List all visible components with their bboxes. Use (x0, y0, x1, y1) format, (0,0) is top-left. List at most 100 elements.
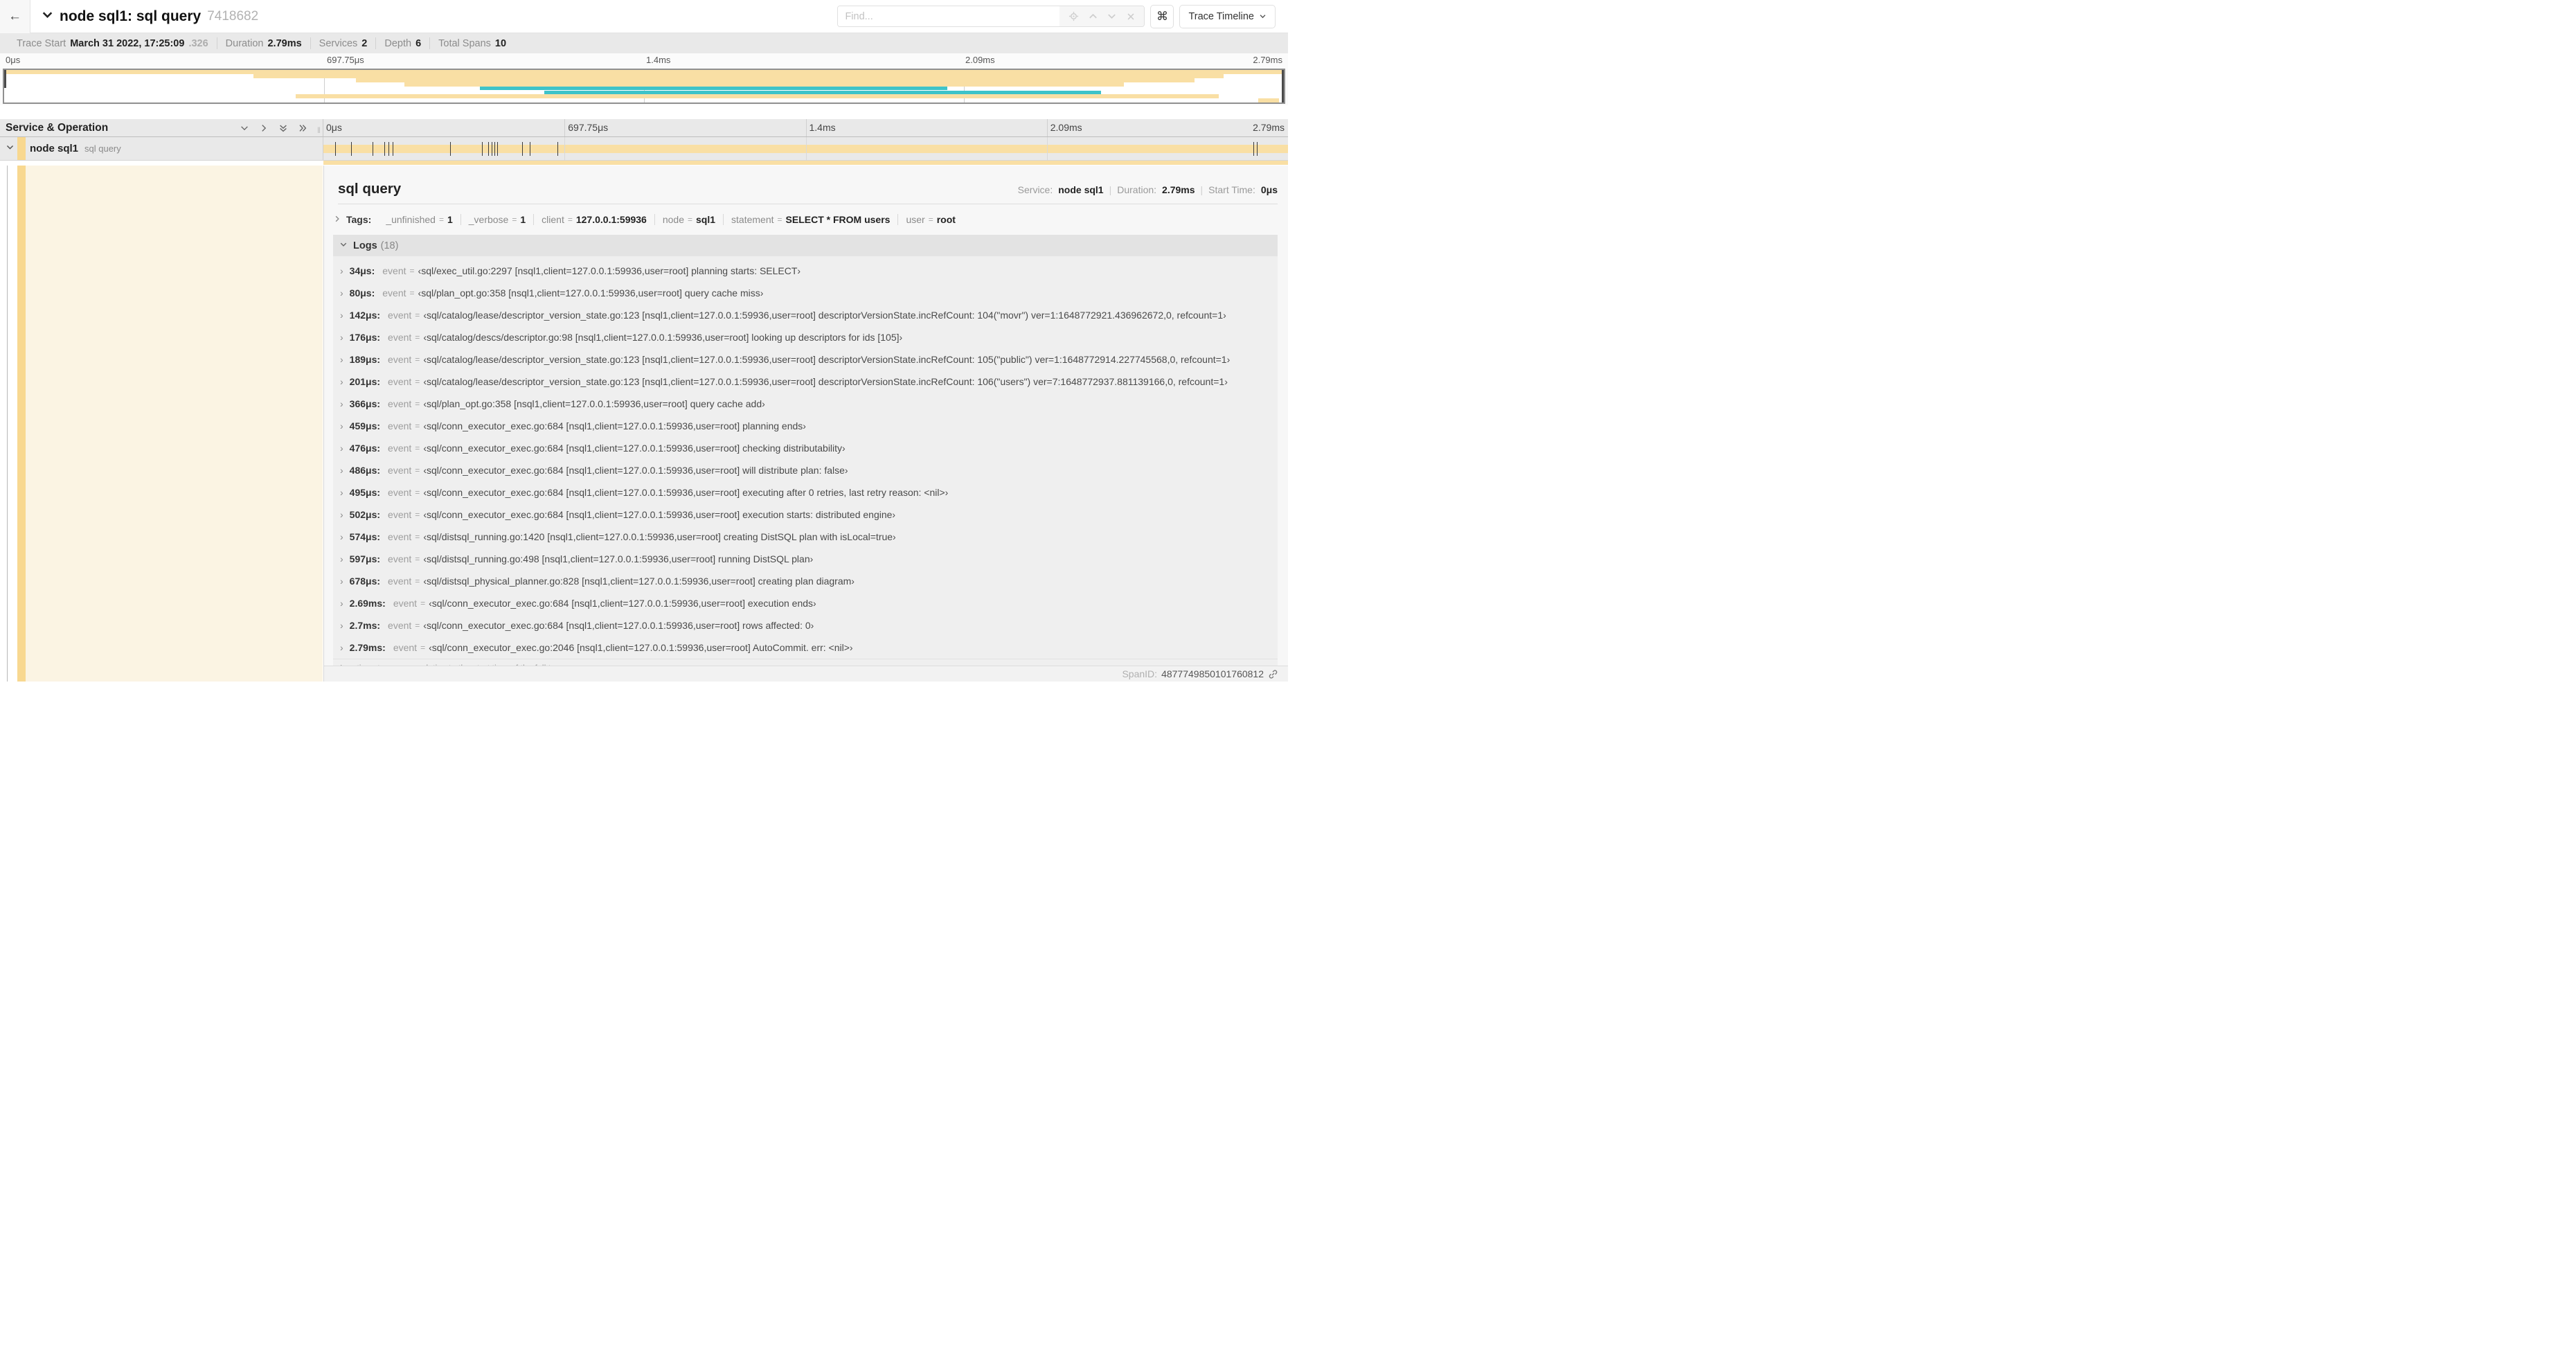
chevron-right-icon[interactable]: › (340, 598, 343, 609)
span-service-name: node sql1 (30, 143, 79, 154)
locate-icon[interactable] (1068, 11, 1079, 21)
log-marker-tick[interactable] (488, 142, 489, 156)
expand-all-icon[interactable] (298, 123, 307, 133)
chevron-down-icon[interactable] (6, 143, 15, 155)
logs-title: Logs (353, 240, 377, 251)
log-row[interactable]: › 366μs: event = ‹sql/plan_opt.go:358 [nsql1… (333, 393, 1278, 415)
log-marker-tick[interactable] (350, 142, 352, 156)
chevron-right-icon[interactable]: › (340, 620, 343, 631)
log-marker-tick[interactable] (388, 142, 390, 156)
log-marker-tick[interactable] (334, 142, 336, 156)
log-marker-tick[interactable] (384, 142, 385, 156)
log-row[interactable]: › 574μs: event = ‹sql/distsql_running.go:142… (333, 526, 1278, 548)
log-field-key: event (388, 420, 412, 431)
separator: | (1200, 184, 1204, 195)
span-detail-panel: sql query Service: node sql1 | Duration: 2.7… (323, 166, 1288, 682)
span-row-label[interactable]: node sql1 sql query (0, 137, 323, 160)
next-match-icon[interactable] (1107, 11, 1117, 21)
collapse-all-icon[interactable] (278, 123, 288, 133)
minimap-right-handle[interactable] (1282, 70, 1284, 103)
log-equals: = (415, 554, 420, 564)
minimap-left-handle[interactable] (4, 70, 6, 88)
detail-meta-value: node sql1 (1058, 184, 1104, 195)
prev-match-icon[interactable] (1088, 11, 1098, 21)
view-selector-button[interactable]: Trace Timeline (1179, 4, 1276, 28)
chevron-right-icon[interactable]: › (340, 465, 343, 476)
chevron-right-icon[interactable]: › (340, 443, 343, 454)
log-marker-tick[interactable] (494, 142, 496, 156)
expand-one-icon[interactable] (259, 123, 269, 133)
chevron-right-icon[interactable]: › (340, 265, 343, 276)
log-timestamp: 459μs: (349, 420, 381, 431)
log-row[interactable]: › 2.69ms: event = ‹sql/conn_executor_exec.go… (333, 592, 1278, 614)
log-row[interactable]: › 189μs: event = ‹sql/catalog/lease/descript… (333, 348, 1278, 371)
span-detail-region: sql query Service: node sql1 | Duration: 2.7… (0, 166, 1288, 682)
chevron-right-icon[interactable] (333, 214, 341, 225)
log-row[interactable]: › 502μs: event = ‹sql/conn_executor_exec.go:… (333, 504, 1278, 526)
log-row[interactable]: › 486μs: event = ‹sql/conn_executor_exec.go:… (333, 459, 1278, 481)
ruler-tick-label: 0μs (326, 122, 342, 133)
log-equals: = (415, 532, 420, 542)
chevron-down-icon[interactable] (339, 240, 348, 251)
log-row[interactable]: › 176μs: event = ‹sql/catalog/descs/descript… (333, 326, 1278, 348)
chevron-right-icon[interactable]: › (340, 420, 343, 431)
span-bar-area[interactable] (323, 137, 1288, 160)
minimap-tick-label: 2.09ms (965, 55, 995, 65)
log-row[interactable]: › 142μs: event = ‹sql/catalog/lease/descript… (333, 304, 1278, 326)
log-timestamp: 366μs: (349, 398, 381, 409)
log-marker-tick[interactable] (497, 142, 498, 156)
log-row[interactable]: › 201μs: event = ‹sql/catalog/lease/descript… (333, 371, 1278, 393)
log-row[interactable]: › 678μs: event = ‹sql/distsql_physical_plann… (333, 570, 1278, 592)
chevron-right-icon[interactable]: › (340, 531, 343, 542)
log-row[interactable]: › 2.7ms: event = ‹sql/conn_executor_exec.go:… (333, 614, 1278, 636)
log-row[interactable]: › 459μs: event = ‹sql/conn_executor_exec.go:… (333, 415, 1278, 437)
log-field-value: ‹sql/distsql_physical_planner.go:828 [ns… (423, 576, 855, 587)
chevron-right-icon[interactable]: › (340, 287, 343, 299)
service-color-stripe (17, 166, 26, 682)
span-row-child[interactable] (0, 161, 1288, 166)
log-row[interactable]: › 597μs: event = ‹sql/distsql_running.go:498… (333, 548, 1278, 570)
back-button[interactable]: ← (0, 0, 30, 33)
log-row[interactable]: › 2.79ms: event = ‹sql/conn_executor_exec.go… (333, 636, 1278, 659)
log-row[interactable]: › 476μs: event = ‹sql/conn_executor_exec.go:… (333, 437, 1278, 459)
chevron-right-icon[interactable]: › (340, 332, 343, 343)
chevron-right-icon[interactable]: › (340, 376, 343, 387)
log-field-value: ‹sql/distsql_running.go:498 [nsql1,clien… (423, 553, 814, 564)
clear-search-icon[interactable] (1126, 12, 1136, 21)
log-field-key: event (382, 287, 406, 299)
log-row[interactable]: › 80μs: event = ‹sql/plan_opt.go:358 [nsql1,… (333, 282, 1278, 304)
chevron-down-icon[interactable] (42, 9, 53, 24)
span-bar[interactable] (323, 161, 1288, 165)
log-marker-tick[interactable] (449, 142, 451, 156)
collapse-one-icon[interactable] (240, 123, 249, 133)
minimap-canvas[interactable] (3, 69, 1285, 104)
log-marker-tick[interactable] (557, 142, 559, 156)
logs-header[interactable]: Logs (18) (333, 235, 1278, 256)
log-row[interactable]: › 34μs: event = ‹sql/exec_util.go:2297 [nsql… (333, 260, 1278, 282)
tags-row[interactable]: Tags: _unfinished = 1 _verbose = 1 client = 127.… (333, 211, 1278, 229)
keyboard-shortcuts-button[interactable]: ⌘ (1150, 4, 1174, 28)
service-operation-header: Service & Operation ‖ (0, 119, 323, 137)
tag-equals: = (438, 215, 444, 224)
deep-link-icon[interactable] (1268, 669, 1278, 679)
chevron-right-icon[interactable]: › (340, 354, 343, 365)
log-marker-tick[interactable] (1253, 142, 1255, 156)
chevron-right-icon[interactable]: › (340, 509, 343, 520)
log-field-value: ‹sql/conn_executor_exec.go:684 [nsql1,cl… (423, 487, 949, 498)
log-marker-tick[interactable] (482, 142, 483, 156)
ruler-tick-label: 697.75μs (568, 122, 609, 133)
log-marker-tick[interactable] (521, 142, 523, 156)
span-row-root[interactable]: node sql1 sql query (0, 137, 1288, 161)
log-marker-tick[interactable] (1257, 142, 1258, 156)
log-row[interactable]: › 495μs: event = ‹sql/conn_executor_exec.go:… (333, 481, 1278, 504)
search-input[interactable] (838, 6, 1060, 26)
column-resizer-handle[interactable]: ‖ (317, 125, 321, 135)
chevron-right-icon[interactable]: › (340, 576, 343, 587)
chevron-right-icon[interactable]: › (340, 398, 343, 409)
chevron-right-icon[interactable]: › (340, 642, 343, 653)
log-timestamp: 2.7ms: (349, 620, 381, 631)
chevron-right-icon[interactable]: › (340, 310, 343, 321)
chevron-right-icon[interactable]: › (340, 553, 343, 564)
chevron-right-icon[interactable]: › (340, 487, 343, 498)
timeline-minimap[interactable]: 0μs 697.75μs 1.4ms 2.09ms 2.79ms (0, 53, 1288, 105)
